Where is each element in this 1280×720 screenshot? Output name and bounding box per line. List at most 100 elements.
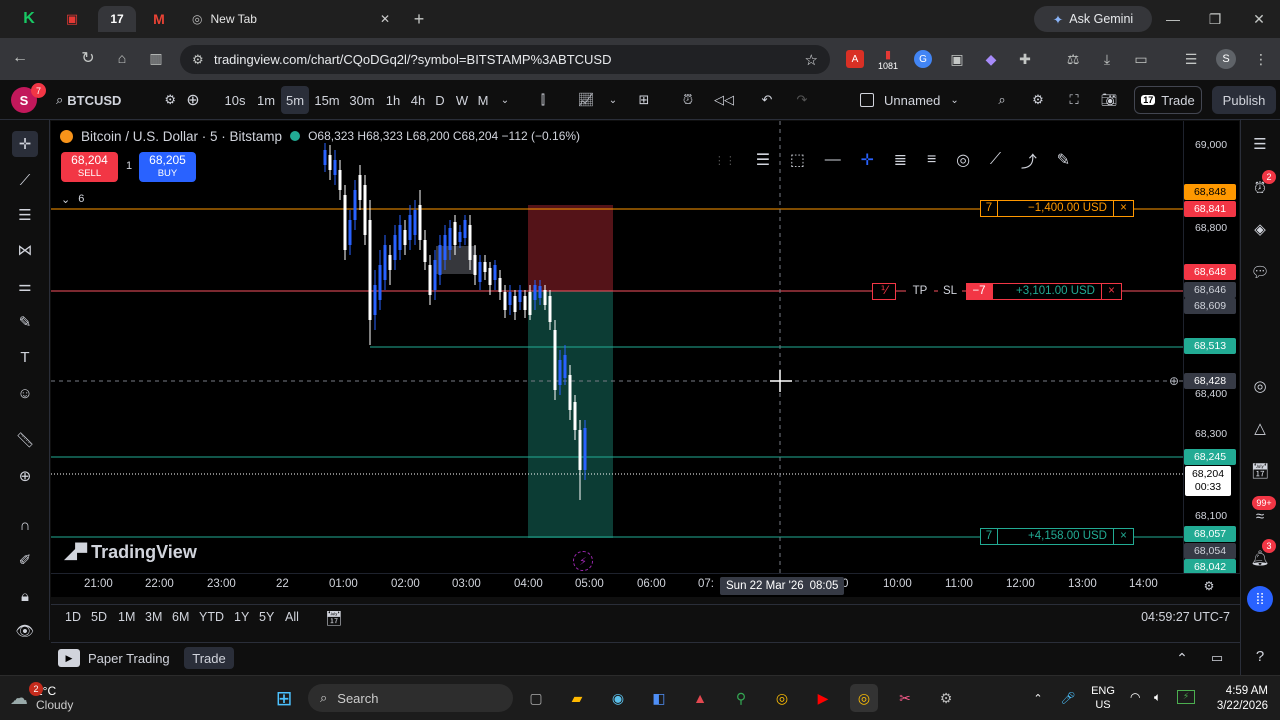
battery-icon[interactable]: ⚡ [1177,690,1195,704]
ideas-icon[interactable]: △ [1247,415,1273,441]
crosshair-tool-icon[interactable]: ✛ [861,150,874,170]
copilot-icon[interactable]: ◉ [604,684,632,712]
range-1d[interactable]: 1D [65,610,81,624]
calendar-icon[interactable]: 📅︎ [1247,458,1273,484]
range-1y[interactable]: 1Y [234,610,249,624]
maximize-icon[interactable]: ❐ [1204,8,1226,30]
price-chart[interactable] [51,121,1183,573]
maps-icon[interactable]: ⚲ [727,684,755,712]
position-sl-button[interactable]: SL [938,283,962,300]
paper-trading-tab[interactable]: ▶ Paper Trading [58,648,170,668]
sell-button[interactable]: 68,204 SELL [61,152,118,182]
download-icon[interactable]: ⤓ [1098,50,1116,68]
volume-icon[interactable]: 🔈︎ [1154,690,1170,706]
compare-symbol-icon[interactable]: ⊕ [182,86,204,114]
app-icon[interactable]: ◧ [645,684,673,712]
pencil-icon[interactable]: ✎ [1057,150,1070,170]
range-all[interactable]: All [285,610,299,624]
publish-button[interactable]: Publish [1212,86,1276,114]
apps-grid-icon[interactable]: ⁞⁞ [1247,586,1273,612]
alert-icon[interactable]: ⏰︎ [677,86,699,114]
site-info-icon[interactable]: ⚙ [192,52,204,68]
collapse-panel-icon[interactable]: ⌃ [1172,648,1192,668]
interval-15m[interactable]: 15m [313,86,341,114]
replay-icon[interactable]: ◁◁ [713,86,735,114]
ray-icon[interactable]: ⟋ [990,151,1001,169]
goto-realtime-icon[interactable]: ⚙ [1201,578,1217,594]
interval-D[interactable]: D [433,86,447,114]
settings-icon[interactable]: ⚙ [1027,86,1049,114]
interval-W[interactable]: W [454,86,470,114]
bookmark-star-icon[interactable]: ☆ [805,51,818,69]
range-1m[interactable]: 1M [118,610,135,624]
close-tab-icon[interactable]: ✕ [380,12,390,26]
ai-extension-icon[interactable]: ◆ [982,50,1000,68]
text-tool-icon[interactable]: T [12,344,38,370]
order-bottom[interactable]: 7 +4,158.00 USD × [980,528,1134,545]
kite-icon[interactable]: K [18,8,40,30]
redo-icon[interactable]: ↷ [791,86,813,114]
interval-4h[interactable]: 4h [409,86,427,114]
interval-1m[interactable]: 1m [255,86,277,114]
crosshair-icon[interactable]: ✛ [12,131,38,157]
file-explorer-icon[interactable]: ▰ [563,684,591,712]
trend-line-icon[interactable]: ⟋ [12,167,38,193]
range-3m[interactable]: 3M [145,610,162,624]
trade-button[interactable]: 17 Trade [1134,86,1202,114]
interval-30m[interactable]: 30m [348,86,376,114]
bottom-trade-button[interactable]: Trade [184,647,234,669]
goto-date-icon[interactable]: 📅︎ [324,608,344,628]
snapshot-icon[interactable]: 📷︎ [1098,86,1120,114]
cast-icon[interactable]: ▭ [1132,50,1150,68]
lines-icon[interactable]: ≡ [927,151,936,169]
ruler-icon[interactable]: 📏︎ [12,427,38,453]
youtube-icon[interactable]: ▶ [809,684,837,712]
ask-gemini-button[interactable]: ✦ Ask Gemini [1034,6,1152,32]
performance-icon[interactable]: ⚖ [1064,50,1082,68]
settings-taskbar-icon[interactable]: ⚙ [932,684,960,712]
magnet-icon[interactable]: ∩ [12,512,38,538]
screenshot-extension-icon[interactable]: ▣ [948,50,966,68]
profile-avatar[interactable]: S [1216,49,1236,69]
interval-5m[interactable]: 5m [281,86,309,114]
pdf-extension-icon[interactable]: A [846,50,864,68]
horizontal-lines-icon[interactable]: ☰ [756,150,770,170]
tab-new-tab[interactable]: ◎ New Tab ✕ [180,6,400,32]
position-label[interactable]: ⅟ TP SL −7 +3,101.00 USD × [872,283,1122,300]
extension-icon[interactable]: ▮ 1081 [876,46,900,72]
chrome-taskbar-icon[interactable]: ◎ [768,684,796,712]
windows-start-icon[interactable]: ⊞ [270,684,298,712]
utc-clock[interactable]: 04:59:27 UTC-7 [1120,610,1230,624]
browser-menu-icon[interactable]: ⋮ [1252,50,1270,68]
quick-search-icon[interactable]: ⌕ [991,86,1013,114]
intervals-dropdown-icon[interactable]: ⌄ [497,86,513,114]
watchlist-icon[interactable]: ☰ [1247,131,1273,157]
templates-icon[interactable]: ⊞ [633,86,655,114]
tray-overflow-icon[interactable]: ⌃ [1030,690,1046,706]
order-top[interactable]: 7 −1,400.00 USD × [980,200,1134,217]
split-view-icon[interactable]: ▥ [144,46,168,70]
language-indicator[interactable]: ENG US [1090,684,1116,712]
bracket-icon[interactable]: ⅟ [872,283,896,300]
range-5d[interactable]: 5D [91,610,107,624]
fib-icon[interactable]: ≣ [894,150,907,170]
stay-drawing-icon[interactable]: ✐ [12,547,38,573]
interval-M[interactable]: M [475,86,491,114]
order-bottom-close-icon[interactable]: × [1114,528,1134,545]
taskbar-search[interactable]: ⌕ Search [308,684,513,712]
wifi-icon[interactable]: ◠ [1130,690,1146,706]
brush-icon[interactable]: ✎ [12,309,38,335]
chat-icon[interactable]: 💬︎ [1247,259,1273,285]
tab-tradingview[interactable]: 17 [98,6,136,32]
range-5y[interactable]: 5Y [259,610,274,624]
system-clock[interactable]: 4:59 AM 3/22/2026 [1198,684,1268,714]
layers-icon[interactable]: ◈ [1247,216,1273,242]
extensions-puzzle-icon[interactable]: ✚ [1016,50,1034,68]
layout-select[interactable]: Unnamed ⌄ [860,86,975,114]
order-top-close-icon[interactable]: × [1114,200,1134,217]
range-ytd[interactable]: YTD [199,610,224,624]
eye-icon[interactable]: 👁︎ [12,618,38,644]
window-close-icon[interactable]: ✕ [1248,8,1270,30]
interval-1h[interactable]: 1h [384,86,402,114]
bar-style-icon[interactable]: ⫿ [532,86,554,114]
